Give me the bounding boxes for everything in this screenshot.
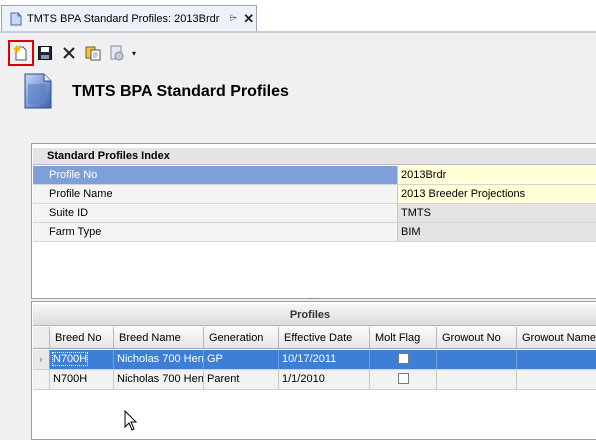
- save-icon: [38, 46, 52, 60]
- report-icon: [110, 45, 124, 61]
- prop-label: Profile Name: [33, 185, 398, 203]
- breed-no-cell[interactable]: N700H: [50, 350, 114, 369]
- breed-no-value: N700H: [51, 352, 89, 366]
- column-header-growout-name[interactable]: Growout Name: [517, 327, 596, 348]
- profile-page: ▾ TMTS BPA Standard Profiles Standard Pr…: [0, 33, 596, 440]
- profile-document-icon: [24, 73, 52, 109]
- growout-name-cell[interactable]: [517, 350, 596, 369]
- new-button[interactable]: [8, 40, 34, 66]
- prop-row-farm-type[interactable]: Farm Type BIM: [33, 223, 596, 242]
- prop-row-suite-id[interactable]: Suite ID TMTS: [33, 204, 596, 223]
- pin-icon[interactable]: ⌲: [229, 13, 237, 24]
- copy-icon: [85, 46, 101, 61]
- breed-no-cell[interactable]: N700H: [50, 370, 114, 389]
- row-header[interactable]: [33, 370, 50, 389]
- page-header: TMTS BPA Standard Profiles: [22, 71, 596, 115]
- profiles-grid: Profiles Breed No Breed Name Generation …: [31, 301, 596, 440]
- breed-name-cell[interactable]: Nicholas 700 Hen: [114, 370, 204, 389]
- molt-flag-cell[interactable]: [370, 370, 437, 389]
- column-header-effective-date[interactable]: Effective Date: [279, 327, 370, 348]
- molt-flag-cell[interactable]: [370, 350, 437, 369]
- tab-title: TMTS BPA Standard Profiles: 2013Brdr: [27, 12, 220, 25]
- index-caption: Standard Profiles Index: [33, 148, 596, 165]
- molt-flag-checkbox[interactable]: [397, 352, 409, 364]
- column-header-molt-flag[interactable]: Molt Flag: [370, 327, 437, 348]
- effective-date-cell[interactable]: 10/17/2011: [279, 350, 370, 369]
- prop-label: Profile No: [33, 166, 398, 184]
- page-title: TMTS BPA Standard Profiles: [72, 83, 289, 100]
- copy-button[interactable]: [82, 42, 104, 64]
- close-icon[interactable]: ✕: [243, 11, 254, 27]
- tab-standard-profiles[interactable]: TMTS BPA Standard Profiles: 2013Brdr ⌲ ✕: [1, 5, 257, 31]
- save-button[interactable]: [34, 42, 56, 64]
- prop-row-profile-no[interactable]: Profile No 2013Brdr: [33, 166, 596, 185]
- molt-flag-checkbox[interactable]: [397, 372, 409, 384]
- document-icon: [10, 12, 22, 25]
- effective-date-cell[interactable]: 1/1/2010: [279, 370, 370, 389]
- row-header-corner: [33, 327, 50, 348]
- delete-icon: [63, 47, 75, 59]
- column-header-growout-no[interactable]: Growout No: [437, 327, 517, 348]
- grid-caption: Profiles: [33, 304, 596, 326]
- profile-no-field[interactable]: 2013Brdr: [398, 166, 596, 184]
- growout-no-cell[interactable]: [437, 370, 517, 389]
- prop-label: Suite ID: [33, 204, 398, 222]
- growout-no-cell[interactable]: [437, 350, 517, 369]
- grid-header-row: Breed No Breed Name Generation Effective…: [33, 327, 596, 349]
- column-header-breed-no[interactable]: Breed No: [50, 327, 114, 348]
- suite-id-field: TMTS: [398, 204, 596, 222]
- farm-type-field: BIM: [398, 223, 596, 241]
- row-indicator-icon[interactable]: ›: [33, 350, 50, 369]
- breed-name-cell[interactable]: Nicholas 700 Hen: [114, 350, 204, 369]
- generation-cell[interactable]: Parent: [204, 370, 279, 389]
- toolbar: ▾: [8, 40, 136, 66]
- column-header-generation[interactable]: Generation: [204, 327, 279, 348]
- new-icon: [13, 45, 27, 61]
- mouse-cursor-icon: [124, 410, 138, 431]
- prop-row-profile-name[interactable]: Profile Name 2013 Breeder Projections: [33, 185, 596, 204]
- document-tabstrip: TMTS BPA Standard Profiles: 2013Brdr ⌲ ✕: [0, 0, 596, 34]
- table-row[interactable]: N700H Nicholas 700 Hen Parent 1/1/2010: [33, 370, 596, 390]
- table-row[interactable]: › N700H Nicholas 700 Hen GP 10/17/2011: [33, 350, 596, 370]
- prop-label: Farm Type: [33, 223, 398, 241]
- column-header-breed-name[interactable]: Breed Name: [114, 327, 204, 348]
- delete-button[interactable]: [58, 42, 80, 64]
- report-button[interactable]: [106, 42, 128, 64]
- generation-cell[interactable]: GP: [204, 350, 279, 369]
- profile-name-field[interactable]: 2013 Breeder Projections: [398, 185, 596, 203]
- report-dropdown-icon[interactable]: ▾: [132, 49, 136, 58]
- standard-profiles-index: Standard Profiles Index Profile No 2013B…: [31, 143, 596, 299]
- growout-name-cell[interactable]: [517, 370, 596, 389]
